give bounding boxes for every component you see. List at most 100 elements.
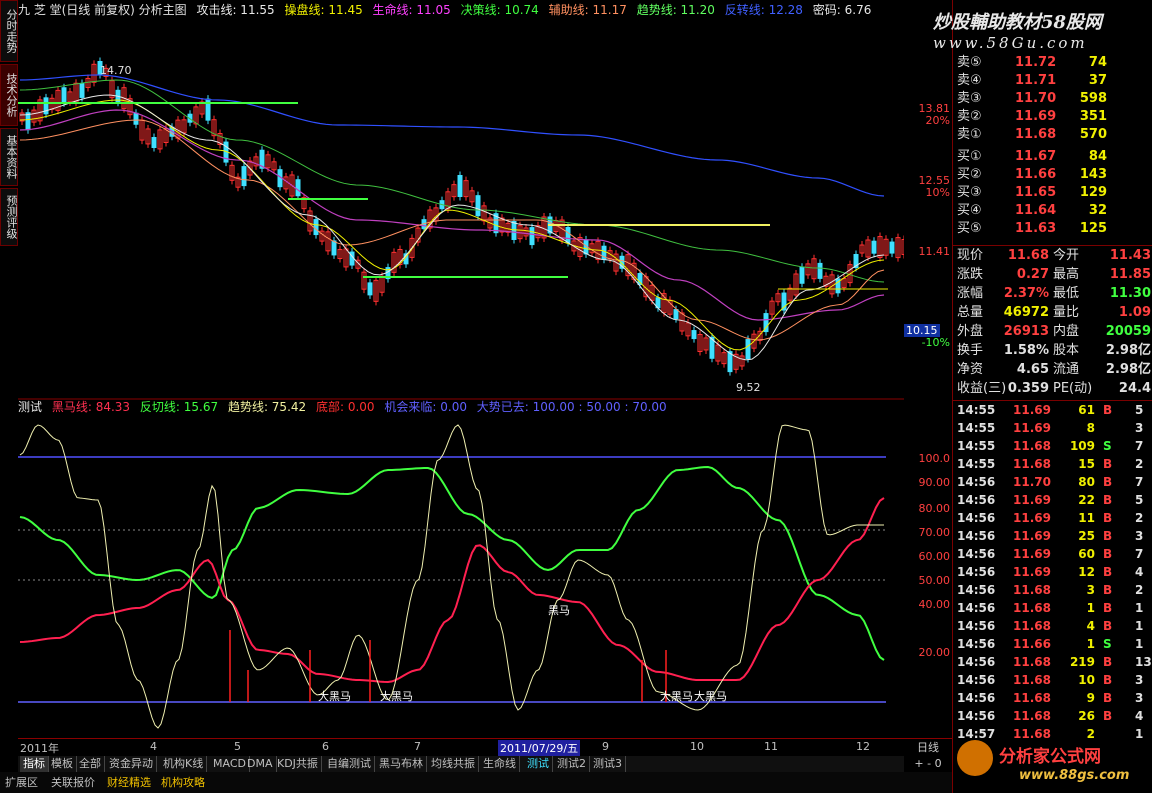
- order-price: 11.69: [1015, 109, 1057, 124]
- candle-body: [871, 240, 877, 254]
- tab-forecast[interactable]: 预测评级: [0, 188, 18, 246]
- order-price: 11.70: [1015, 91, 1057, 106]
- trade-row: 14:56 11.69 60 B 7: [953, 545, 1152, 563]
- trade-time: 14:56: [957, 493, 996, 507]
- order-book-row: 买① 11.67 84: [953, 148, 1152, 166]
- chart-canvas[interactable]: 14.70 9.52 黑马 大黑马 大黑马 大黑马 大黑马: [18, 20, 904, 738]
- stat-value: 20059: [1105, 324, 1151, 339]
- bottom-bar: 扩展区 关联报价 财经精选 机构攻略: [0, 772, 952, 793]
- trade-time: 14:56: [957, 619, 996, 633]
- indicator-tab-4[interactable]: 机构K线: [160, 756, 208, 772]
- trade-count: 1: [1135, 637, 1144, 651]
- watermark-bottom-url: www.88gs.com: [1019, 768, 1130, 783]
- order-book-row: 卖② 11.69 351: [953, 108, 1152, 126]
- indicator-tab-6[interactable]: DMA: [244, 756, 277, 772]
- big-black-horse-label-1: 大黑马: [318, 689, 351, 703]
- indicator-tab-11[interactable]: 生命线: [480, 756, 520, 772]
- trade-side: B: [1103, 619, 1113, 633]
- trade-count: 3: [1135, 691, 1144, 705]
- order-book-row: 卖⑤ 11.72 74: [953, 54, 1152, 72]
- sub-reverse-line: 反切线: 15.67: [139, 400, 219, 414]
- big-black-horse-label-3: 大黑马: [660, 689, 693, 703]
- stat-label: 最高: [1053, 267, 1080, 282]
- indicator-tab-10[interactable]: 均线共振: [428, 756, 479, 772]
- stat-label: 量比: [1053, 305, 1080, 320]
- candle-body: [745, 339, 751, 360]
- stat-value: 1.09: [1118, 305, 1151, 320]
- trade-row: 14:56 11.69 25 B 3: [953, 527, 1152, 545]
- left-tab-strip: 分时走势 技术分析 基本资料 预测评级: [0, 0, 18, 250]
- stat-label: 内盘: [1053, 324, 1080, 339]
- tab-intraday[interactable]: 分时走势: [0, 0, 18, 62]
- stats-block: 现价 11.68 今开 11.43 涨跌 0.27 最高 11.85 涨幅 2.37% 最低 11.3…: [953, 245, 1152, 401]
- indicator-tab-9[interactable]: 黑马布林: [376, 756, 427, 772]
- date-label-8: 11: [764, 740, 778, 753]
- trade-price: 11.68: [1013, 673, 1051, 687]
- sub-tick-100: 100.0: [918, 452, 951, 465]
- stats-row: 现价 11.68 今开 11.43: [953, 247, 1152, 265]
- order-label: 买⑤: [957, 221, 982, 236]
- stat-value: 0.359: [1007, 381, 1049, 396]
- candle-body: [133, 112, 139, 125]
- trade-count: 7: [1135, 439, 1144, 453]
- indicator-tab-1[interactable]: 模板: [48, 756, 77, 772]
- trade-count: 5: [1135, 493, 1144, 507]
- indicator-tab-14[interactable]: 测试3: [590, 756, 626, 772]
- tab-fundamentals[interactable]: 基本资料: [0, 128, 18, 186]
- candle-body: [331, 240, 337, 256]
- stat-label: 最低: [1053, 286, 1080, 301]
- trade-volume: 3: [1086, 583, 1095, 597]
- trade-volume: 25: [1078, 529, 1095, 543]
- trade-row: 14:56 11.68 4 B 1: [953, 617, 1152, 635]
- order-book-row: 卖③ 11.70 598: [953, 90, 1152, 108]
- indicator-tab-12[interactable]: 测试: [524, 756, 553, 772]
- trade-volume: 4: [1086, 619, 1095, 633]
- bottom-finance[interactable]: 财经精选: [104, 774, 154, 790]
- date-axis: 2011年 4 5 6 7 2011/07/29/五 9 10 11 12: [18, 738, 904, 757]
- trade-price: 11.68: [1013, 709, 1051, 723]
- trade-volume: 22: [1078, 493, 1095, 507]
- trade-volume: 219: [1069, 655, 1095, 669]
- indicator-tab-8[interactable]: 自编测试: [324, 756, 375, 772]
- indicator-tab-7[interactable]: KDJ共振: [274, 756, 322, 772]
- trade-time: 14:56: [957, 601, 996, 615]
- indicator-tab-2[interactable]: 全部: [76, 756, 105, 772]
- indicator-tab-3[interactable]: 资金异动: [106, 756, 157, 772]
- trade-time: 14:56: [957, 655, 996, 669]
- bottom-expand[interactable]: 扩展区: [2, 774, 41, 790]
- indicator-tab-0[interactable]: 指标: [20, 756, 49, 772]
- order-volume: 143: [1079, 167, 1107, 182]
- trade-count: 3: [1135, 673, 1144, 687]
- stats-row: 涨跌 0.27 最高 11.85: [953, 266, 1152, 284]
- indicator-tab-13[interactable]: 测试2: [554, 756, 590, 772]
- bottom-institution[interactable]: 机构攻略: [158, 774, 208, 790]
- order-label: 卖④: [957, 73, 982, 88]
- indicator-decision: 决策线: 10.74: [460, 3, 539, 17]
- trade-count: 1: [1135, 619, 1144, 633]
- trade-price: 11.69: [1013, 511, 1051, 525]
- trade-price: 11.68: [1013, 457, 1051, 471]
- candle-body: [529, 227, 535, 246]
- date-label-9: 12: [856, 740, 870, 753]
- period-label[interactable]: 日线: [904, 738, 952, 757]
- zoom-controls[interactable]: + - 0: [904, 756, 952, 772]
- stat-value: 2.98亿: [1105, 362, 1151, 377]
- trade-price: 11.69: [1013, 493, 1051, 507]
- stat-label: 净资: [957, 362, 984, 377]
- trade-time: 14:56: [957, 565, 996, 579]
- trade-volume: 10: [1078, 673, 1095, 687]
- stat-value: 46972: [1003, 305, 1049, 320]
- watermark-top: 炒股輔助教材58股网: [933, 12, 1103, 33]
- tab-technical[interactable]: 技术分析: [0, 64, 18, 126]
- trade-count: 5: [1135, 403, 1144, 417]
- order-volume: 570: [1079, 127, 1107, 142]
- date-label-6: 9: [602, 740, 609, 753]
- trade-price: 11.68: [1013, 655, 1051, 669]
- trade-count: 2: [1135, 583, 1144, 597]
- bottom-related-quote[interactable]: 关联报价: [48, 774, 98, 790]
- stats-row: 涨幅 2.37% 最低 11.30: [953, 285, 1152, 303]
- trade-time: 14:55: [957, 457, 996, 471]
- order-book-row: 卖④ 11.71 37: [953, 72, 1152, 90]
- order-label: 买③: [957, 185, 982, 200]
- stat-label: 现价: [957, 248, 984, 263]
